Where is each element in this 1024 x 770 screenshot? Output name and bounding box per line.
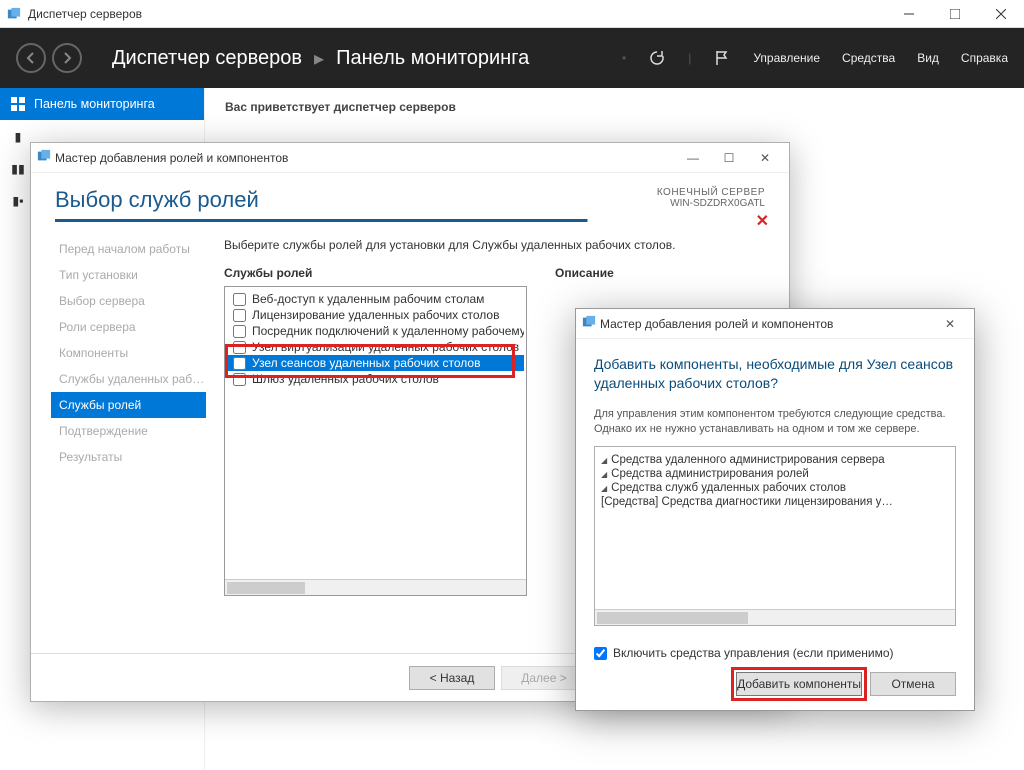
- wizard-minimize-button[interactable]: —: [675, 143, 711, 173]
- wizard-hint: Выберите службы ролей для установки для …: [224, 236, 765, 266]
- main-window-title: Диспетчер серверов: [28, 7, 886, 21]
- welcome-heading: Вас приветствует диспетчер серверов: [205, 88, 1024, 126]
- confirm-window-title: Мастер добавления ролей и компонентов: [596, 317, 932, 331]
- menu-manage[interactable]: Управление: [753, 51, 820, 65]
- features-tree[interactable]: Средства удаленного администрирования се…: [594, 446, 956, 626]
- role-checkbox[interactable]: [233, 293, 246, 306]
- wizard-step[interactable]: Службы удаленных рабо…: [51, 366, 206, 392]
- menu-view[interactable]: Вид: [917, 51, 939, 65]
- progress-accent-bar: ✕: [55, 219, 765, 222]
- role-item[interactable]: Узел сеансов удаленных рабочих столов: [227, 355, 524, 371]
- main-window-titlebar: Диспетчер серверов: [0, 0, 1024, 28]
- servers-icon: ▮▮: [10, 160, 26, 176]
- server-manager-icon: [582, 315, 596, 332]
- include-tools-label: Включить средства управления (если приме…: [613, 646, 894, 660]
- server-icon: ▮: [10, 128, 26, 144]
- role-item[interactable]: Веб-доступ к удаленным рабочим столам: [227, 291, 524, 307]
- role-checkbox[interactable]: [233, 357, 246, 370]
- menu-help[interactable]: Справка: [961, 51, 1008, 65]
- tree-node[interactable]: Средства администрирования ролей: [601, 467, 949, 481]
- nav-forward-button[interactable]: [52, 43, 82, 73]
- role-checkbox[interactable]: [233, 325, 246, 338]
- include-tools-input[interactable]: [594, 647, 607, 660]
- wizard-step[interactable]: Выбор сервера: [51, 288, 206, 314]
- role-label: Посредник подключений к удаленному рабоч…: [252, 324, 524, 338]
- role-icon: ▮▪: [10, 192, 26, 208]
- refresh-icon[interactable]: [648, 49, 666, 67]
- wizard-step[interactable]: Роли сервера: [51, 314, 206, 340]
- wizard-step[interactable]: Подтверждение: [51, 418, 206, 444]
- tree-node[interactable]: Средства служб удаленных рабочих столов: [601, 481, 949, 495]
- server-manager-icon: [6, 6, 22, 22]
- header-page: Панель мониторинга: [336, 47, 529, 70]
- flag-icon[interactable]: [713, 49, 731, 67]
- role-item[interactable]: Лицензирование удаленных рабочих столов: [227, 307, 524, 323]
- dashboard-icon: [10, 96, 26, 112]
- horizontal-scrollbar[interactable]: [225, 579, 526, 595]
- role-label: Узел сеансов удаленных рабочих столов: [252, 356, 480, 370]
- role-label: Узел виртуализации удаленных рабочих сто…: [252, 340, 519, 354]
- role-item[interactable]: Шлюз удаленных рабочих столов: [227, 371, 524, 387]
- role-checkbox[interactable]: [233, 373, 246, 386]
- rail-item-dashboard[interactable]: Панель мониторинга: [0, 88, 204, 120]
- wizard-maximize-button[interactable]: ☐: [711, 143, 747, 173]
- nav-back-button[interactable]: [16, 43, 46, 73]
- header-bar: Диспетчер серверов ▸ Панель мониторинга …: [0, 28, 1024, 88]
- chevron-right-icon: ▸: [314, 46, 324, 71]
- description-column-header: Описание: [555, 266, 765, 286]
- minimize-button[interactable]: [886, 0, 932, 28]
- wizard-step[interactable]: Компоненты: [51, 340, 206, 366]
- tree-node[interactable]: [Средства] Средства диагностики лицензир…: [601, 495, 949, 509]
- confirm-dialog: Мастер добавления ролей и компонентов ✕ …: [575, 308, 975, 711]
- role-label: Лицензирование удаленных рабочих столов: [252, 308, 499, 322]
- server-manager-icon: [37, 149, 51, 166]
- roles-column-header: Службы ролей: [224, 266, 527, 286]
- wizard-step[interactable]: Службы ролей: [51, 392, 206, 418]
- add-features-button[interactable]: Добавить компоненты: [736, 672, 862, 696]
- wizard-close-button[interactable]: ✕: [747, 143, 783, 173]
- wizard-steps: Перед началом работыТип установкиВыбор с…: [31, 236, 206, 653]
- pipe-separator: |: [688, 51, 691, 65]
- header-separator: •: [622, 51, 626, 65]
- menu-tools[interactable]: Средства: [842, 51, 895, 65]
- include-tools-checkbox[interactable]: Включить средства управления (если приме…: [576, 636, 974, 660]
- destination-label: КОНЕЧНЫЙ СЕРВЕР: [657, 187, 765, 198]
- wizard-step[interactable]: Тип установки: [51, 262, 206, 288]
- tree-node[interactable]: Средства удаленного администрирования се…: [601, 453, 949, 467]
- confirm-description: Для управления этим компонентом требуютс…: [594, 407, 956, 437]
- confirm-close-button[interactable]: ✕: [932, 317, 968, 331]
- role-label: Веб-доступ к удаленным рабочим столам: [252, 292, 484, 306]
- role-checkbox[interactable]: [233, 341, 246, 354]
- role-label: Шлюз удаленных рабочих столов: [252, 372, 439, 386]
- back-button[interactable]: < Назад: [409, 666, 495, 690]
- wizard-step[interactable]: Результаты: [51, 444, 206, 470]
- wizard-window-title: Мастер добавления ролей и компонентов: [51, 151, 675, 165]
- roles-list[interactable]: Веб-доступ к удаленным рабочим столам Лиц…: [224, 286, 527, 596]
- destination-name: WIN-SDZDRX0GATL: [657, 198, 765, 209]
- close-button[interactable]: [978, 0, 1024, 28]
- header-app: Диспетчер серверов: [112, 47, 302, 70]
- horizontal-scrollbar[interactable]: [595, 609, 955, 625]
- wizard-heading: Выбор служб ролей: [55, 187, 259, 213]
- confirm-question: Добавить компоненты, необходимые для Узе…: [594, 355, 956, 393]
- wizard-step[interactable]: Перед началом работы: [51, 236, 206, 262]
- rail-item-label: Панель мониторинга: [34, 97, 155, 111]
- confirm-cancel-button[interactable]: Отмена: [870, 672, 956, 696]
- close-x-icon[interactable]: ✕: [756, 211, 769, 231]
- role-checkbox[interactable]: [233, 309, 246, 322]
- maximize-button[interactable]: [932, 0, 978, 28]
- role-item[interactable]: Посредник подключений к удаленному рабоч…: [227, 323, 524, 339]
- role-item[interactable]: Узел виртуализации удаленных рабочих сто…: [227, 339, 524, 355]
